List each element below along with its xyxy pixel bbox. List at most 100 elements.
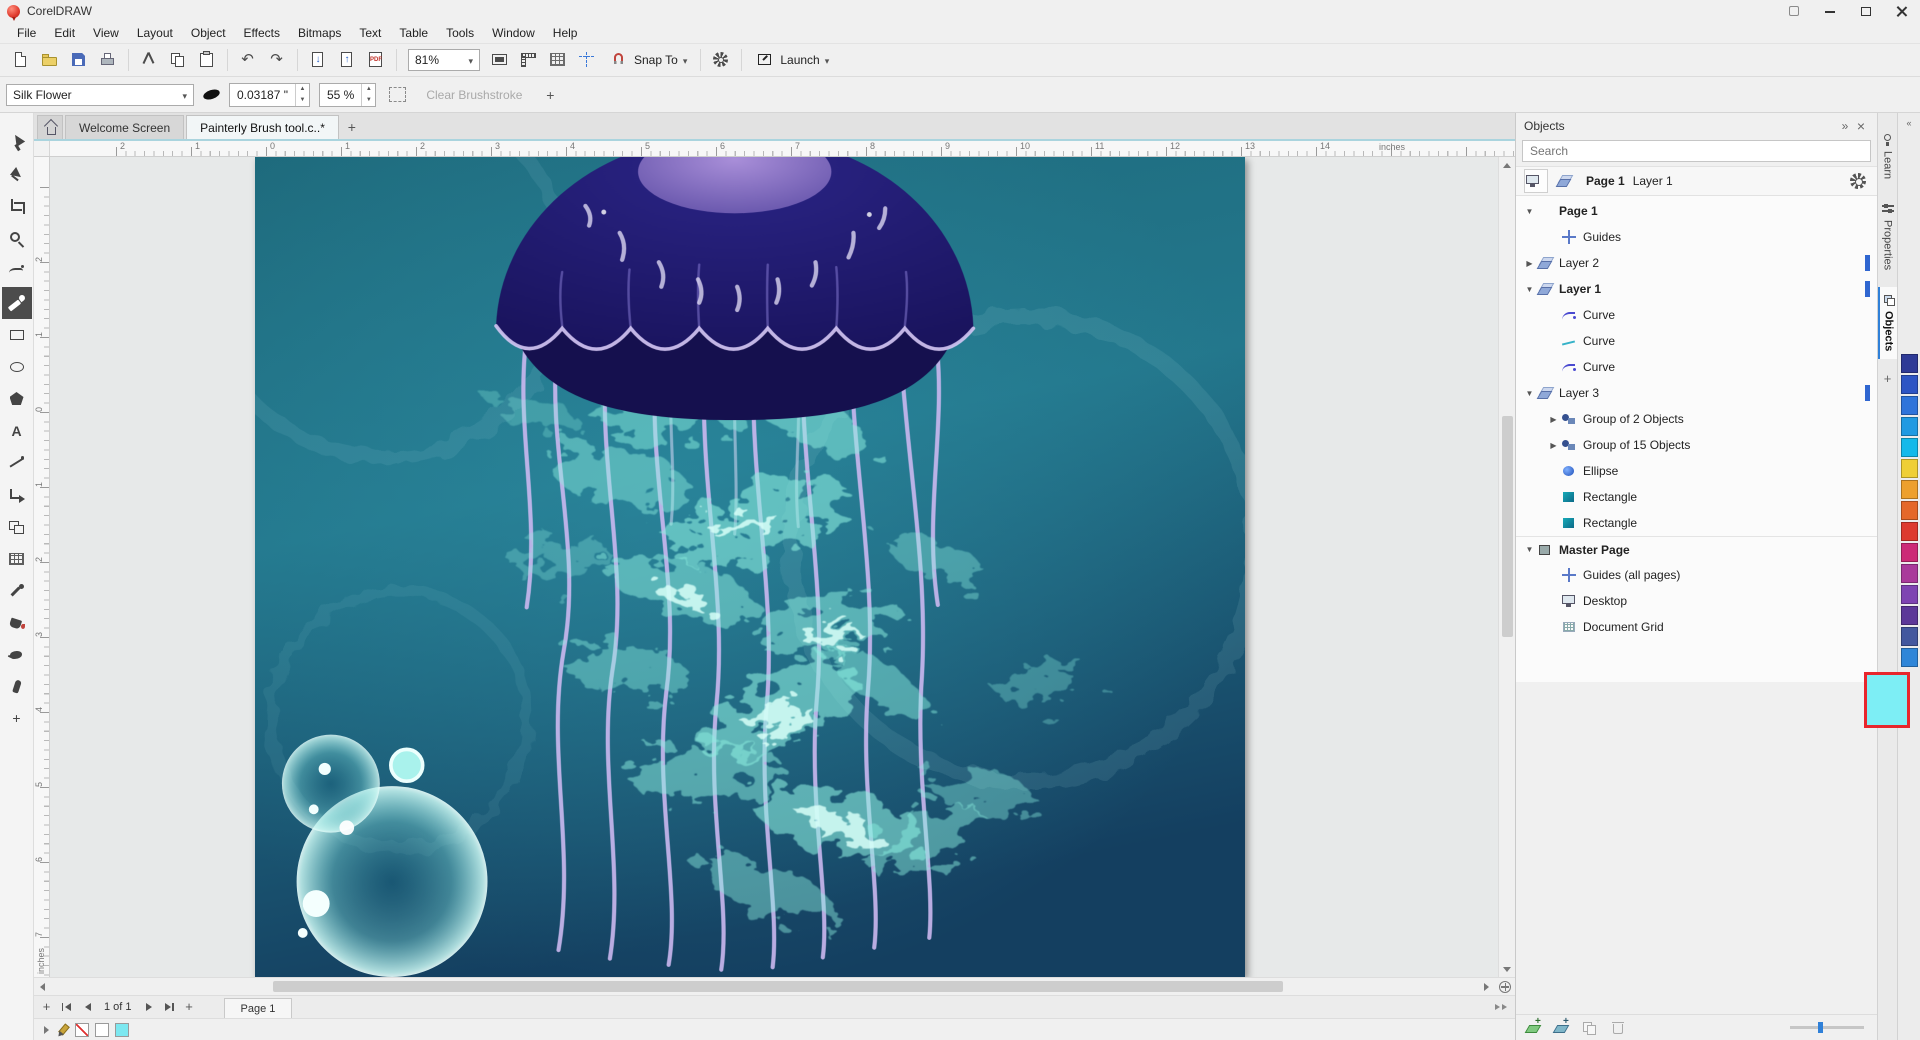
menu-item[interactable]: Table [390,23,437,43]
polygon-tool[interactable] [2,383,32,415]
copy[interactable] [165,47,191,73]
tree-row[interactable]: ▼ Master Page [1516,536,1877,562]
row-status-icon[interactable] [1839,595,1852,608]
ruler-origin-corner[interactable] [34,141,50,156]
color-swatch[interactable] [1901,627,1918,646]
publish-pdf[interactable] [363,47,389,73]
document-tab[interactable]: Painterly Brush tool.c..* [186,115,339,139]
previous-page-button[interactable] [77,998,96,1017]
add-page-after-button[interactable] [180,998,199,1017]
tree-row[interactable]: Curve [1516,354,1877,380]
new-document[interactable] [8,47,34,73]
smear-tool[interactable] [2,639,32,671]
row-status-icon[interactable] [1857,231,1870,244]
border-options-button[interactable] [385,83,409,107]
import[interactable] [305,47,331,73]
undock-arrows-icon[interactable] [1837,118,1853,134]
expander-icon[interactable]: ▼ [1522,207,1537,216]
snap-to-dropdown[interactable]: Snap To [603,47,693,73]
fullscreen-preview[interactable] [487,47,513,73]
ellipse-tool[interactable] [2,351,32,383]
vertical-scrollbar[interactable] [1498,157,1515,977]
row-status-icon[interactable] [1845,257,1858,270]
color-swatch[interactable] [1901,417,1918,436]
document-tab[interactable]: Welcome Screen [65,115,184,139]
expander-icon[interactable]: ▼ [1522,285,1537,294]
tree-row[interactable]: ▶ Group of 15 Objects [1516,432,1877,458]
text-tool[interactable] [2,415,32,447]
tree-row[interactable]: ▼ Layer 1 [1516,276,1877,302]
tree-row[interactable]: ▶ Layer 2 [1516,250,1877,276]
painterly-brush-tool[interactable] [2,287,32,319]
menu-item[interactable]: Edit [45,23,84,43]
open[interactable] [37,47,63,73]
flyout-arrow-icon[interactable] [44,1026,49,1034]
document-color-swatch[interactable] [95,1023,109,1037]
new-layer-button[interactable] [1525,1019,1543,1037]
color-swatch[interactable] [1901,648,1918,667]
row-status-icon[interactable] [1821,621,1834,634]
show-grid[interactable] [545,47,571,73]
expander-icon[interactable]: ▶ [1546,415,1561,424]
dock-tab-properties[interactable]: Properties [1878,196,1897,277]
color-swatch[interactable] [1901,543,1918,562]
add-docker-button[interactable] [1878,369,1897,389]
row-status-icon[interactable] [1839,231,1852,244]
shape-tool[interactable] [2,159,32,191]
mesh-fill-tool[interactable] [2,543,32,575]
color-swatch[interactable] [1901,606,1918,625]
menu-item[interactable]: File [8,23,45,43]
row-status-icon[interactable] [1857,621,1870,634]
menu-item[interactable]: Effects [235,23,289,43]
tree-row[interactable]: Curve [1516,328,1877,354]
color-swatch[interactable] [1901,459,1918,478]
next-page-button[interactable] [140,998,159,1017]
zoom-tool[interactable] [2,223,32,255]
menu-item[interactable]: Tools [437,23,483,43]
spin-up-icon[interactable]: ▲ [296,84,309,95]
menu-item[interactable]: View [84,23,128,43]
pick-tool[interactable] [2,127,32,159]
dock-tab-objects[interactable]: Objects [1878,287,1897,358]
row-status-icon[interactable] [1839,621,1852,634]
expander-icon[interactable]: ▶ [1546,441,1561,450]
color-swatch[interactable] [1901,354,1918,373]
undo[interactable] [235,47,261,73]
connector-tool[interactable] [2,479,32,511]
menu-item[interactable]: Text [350,23,390,43]
vertical-scroll-thumb[interactable] [1502,416,1513,637]
document-color-swatch[interactable] [75,1023,89,1037]
expander-icon[interactable]: ▶ [1522,259,1537,268]
highlighted-color-swatch[interactable] [1864,672,1910,728]
show-guidelines[interactable] [574,47,600,73]
eyedropper-tool[interactable] [2,575,32,607]
spin-down-icon[interactable]: ▼ [296,95,309,106]
drawing-page[interactable] [255,157,1245,977]
menu-item[interactable]: Help [544,23,587,43]
close-button[interactable] [1884,0,1920,22]
duplicate-button[interactable] [1581,1019,1599,1037]
export[interactable] [334,47,360,73]
tree-row[interactable]: Guides (all pages) [1516,562,1877,588]
last-page-button[interactable] [160,998,179,1017]
titlebar-extra-button[interactable] [1776,0,1812,22]
add-preset-button[interactable] [539,84,561,106]
row-status-icon[interactable] [1857,569,1870,582]
line-tool[interactable] [2,447,32,479]
scroll-left-button[interactable] [34,978,51,995]
add-tools-button[interactable] [2,703,32,735]
docker-close-icon[interactable] [1853,118,1869,134]
transparency-input[interactable]: 55 % ▲▼ [319,83,376,107]
tree-row[interactable]: Rectangle [1516,510,1877,536]
palette-expand-icon[interactable] [1906,116,1911,130]
slider-thumb[interactable] [1818,1022,1823,1033]
docker-options-gear-icon[interactable] [1847,170,1869,192]
menu-item[interactable]: Object [182,23,235,43]
color-swatch[interactable] [1901,522,1918,541]
brushstroke-picker[interactable]: Silk Flower [6,84,194,106]
scroll-down-button[interactable] [1499,961,1515,977]
redo[interactable] [264,47,290,73]
tree-row[interactable]: ▼ Layer 3 [1516,380,1877,406]
edit-palette-icon[interactable] [55,1023,69,1037]
vertical-ruler[interactable]: 21012345678 inches [34,157,50,977]
